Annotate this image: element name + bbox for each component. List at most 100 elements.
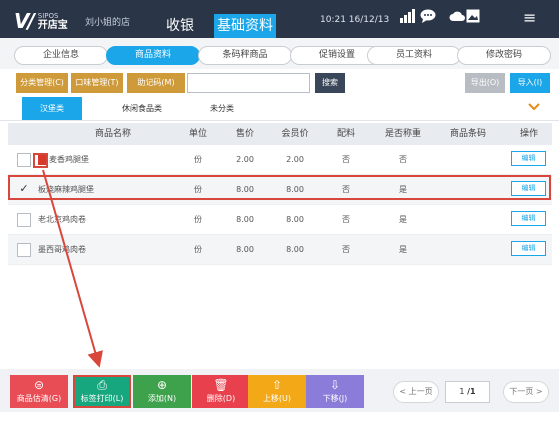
menu-icon[interactable]: ≡ [523,8,536,27]
price-cell: 2.00 [236,155,254,164]
product-name: 墨西哥鸡肉卷 [38,245,86,254]
memo-code-button[interactable]: 助记码(M) [127,73,185,93]
member-price-cell: 8.00 [286,245,304,254]
unit-cell: 份 [194,155,202,164]
header-unit: 单位 [188,129,207,139]
barcode-cell [438,175,498,205]
prev-page-button[interactable]: < 上一页 [393,381,439,403]
tab-cashier[interactable]: 收银 [150,14,210,38]
edit-button[interactable]: 编辑 [511,151,546,166]
toolbar: 分类管理(C) 口味管理(T) 助记码(M) 搜索 导出(O) 导入(I) [0,69,559,96]
table-header: 商品名称 单位 售价 会员价 配料 是否称重 商品条码 操作 [8,123,552,145]
category-management-button[interactable]: 分类管理(C) [16,73,68,93]
add-icon: ⊕ [156,378,168,392]
member-price-cell: 2.00 [286,155,304,164]
price-cell: 8.00 [236,185,254,194]
tab-company-info[interactable]: 企业信息 [14,46,108,65]
member-price-cell: 8.00 [286,185,304,194]
row-checkbox[interactable] [17,243,31,257]
arrow-up-icon: ⇧ [271,378,283,392]
barcode-cell [438,205,498,235]
header-barcode: 商品条码 [449,129,486,139]
sold-out-icon: ⊜ [33,378,45,392]
sub-tabs: 企业信息 商品资料 条码秤商品 促销设置 员工资料 修改密码 [0,38,559,69]
add-button[interactable]: ⊕ 添加(N) [133,375,191,408]
chevron-down-icon[interactable] [528,100,540,116]
unit-cell: 份 [194,215,202,224]
printer-icon: ⎙ [97,378,107,392]
logo-main-text: 开店宝 [37,20,68,31]
total-pages: /1 [467,387,476,396]
ingredients-cell: 否 [342,245,350,254]
current-page[interactable]: 1 [459,387,464,396]
export-button[interactable]: 导出(O) [465,73,505,93]
photo-icon[interactable] [466,9,480,27]
row-checkbox[interactable] [17,153,31,167]
sold-out-button[interactable]: ⊜ 商品估清(G) [10,375,68,408]
category-tabs: 汉堡类 休闲食品类 未分类 [0,97,559,121]
category-burger[interactable]: 汉堡类 [22,97,82,120]
search-button[interactable]: 搜索 [315,73,345,93]
table-row[interactable]: 墨西哥鸡肉卷 份 8.00 8.00 否 是 编辑 [8,235,552,265]
tab-barcode-scale-products[interactable]: 条码秤商品 [198,46,292,65]
cloud-icon[interactable] [449,9,465,27]
arrow-down-icon: ⇩ [329,378,341,392]
move-up-button[interactable]: ⇧ 上移(U) [248,375,306,408]
bottom-bar: ⊜ 商品估清(G) ⎙ 标签打印(L) ⊕ 添加(N) 🗑 删除(D) ⇧ 上移… [0,369,559,412]
tab-change-password[interactable]: 修改密码 [457,46,551,65]
product-name: 板烧麻辣鸡腿堡 [38,185,94,194]
clock: 10:21 16/12/13 [320,15,390,25]
unit-cell: 份 [194,185,202,194]
move-down-button[interactable]: ⇩ 下移(J) [306,375,364,408]
weighed-cell: 否 [399,155,407,164]
search-input[interactable] [187,73,310,93]
tab-base-data[interactable]: 基础资料 [214,14,276,38]
header-price: 售价 [235,129,254,139]
signal-icon [400,9,416,27]
row-checkbox[interactable]: ✓ [17,183,31,197]
header-product-name: 商品名称 [94,129,131,139]
weighed-cell: 是 [399,245,407,254]
top-bar: V/ SIPOS 开店宝 刘小姐的店 收银 基础资料 10:21 16/12/1… [0,0,559,38]
product-image-icon [38,154,48,165]
edit-button[interactable]: 编辑 [511,241,546,256]
unit-cell: 份 [194,245,202,254]
header-ingredients: 配料 [336,129,355,139]
delete-button[interactable]: 🗑 删除(D) [192,375,250,408]
import-button[interactable]: 导入(I) [510,73,550,93]
logo-mark-icon: V/ [14,9,35,33]
edit-button[interactable]: 编辑 [511,211,546,226]
barcode-cell [438,235,498,265]
table-row[interactable]: ✓ 板烧麻辣鸡腿堡 份 8.00 8.00 否 是 编辑 [8,175,552,205]
header-weighed: 是否称重 [384,129,421,139]
price-cell: 8.00 [236,215,254,224]
app-logo: V/ SIPOS 开店宝 [14,9,68,33]
category-snacks[interactable]: 休闲食品类 [112,97,172,120]
page-indicator[interactable]: 1 /1 [445,381,490,403]
edit-button[interactable]: 编辑 [511,181,546,196]
taste-management-button[interactable]: 口味管理(T) [71,73,123,93]
header-action: 操作 [519,129,538,139]
next-page-button[interactable]: 下一页 > [503,381,549,403]
table-row[interactable]: 麦香鸡腿堡 份 2.00 2.00 否 否 编辑 [8,145,552,175]
shop-name: 刘小姐的店 [85,18,131,28]
chat-icon[interactable] [420,9,436,27]
product-name: 麦香鸡腿堡 [49,155,89,164]
barcode-cell [438,145,498,175]
category-uncategorized[interactable]: 未分类 [192,97,252,120]
tab-employee-data[interactable]: 员工资料 [367,46,461,65]
ingredients-cell: 否 [342,215,350,224]
price-cell: 8.00 [236,245,254,254]
label-print-button[interactable]: ⎙ 标签打印(L) [73,375,131,408]
product-name: 老北京鸡肉卷 [38,215,86,224]
row-checkbox[interactable] [17,213,31,227]
member-price-cell: 8.00 [286,215,304,224]
weighed-cell: 是 [399,215,407,224]
table-row[interactable]: 老北京鸡肉卷 份 8.00 8.00 否 是 编辑 [8,205,552,235]
header-member-price: 会员价 [281,129,309,139]
ingredients-cell: 否 [342,185,350,194]
tab-product-data[interactable]: 商品资料 [106,46,200,65]
ingredients-cell: 否 [342,155,350,164]
trash-icon: 🗑 [213,378,229,392]
weighed-cell: 是 [399,185,407,194]
